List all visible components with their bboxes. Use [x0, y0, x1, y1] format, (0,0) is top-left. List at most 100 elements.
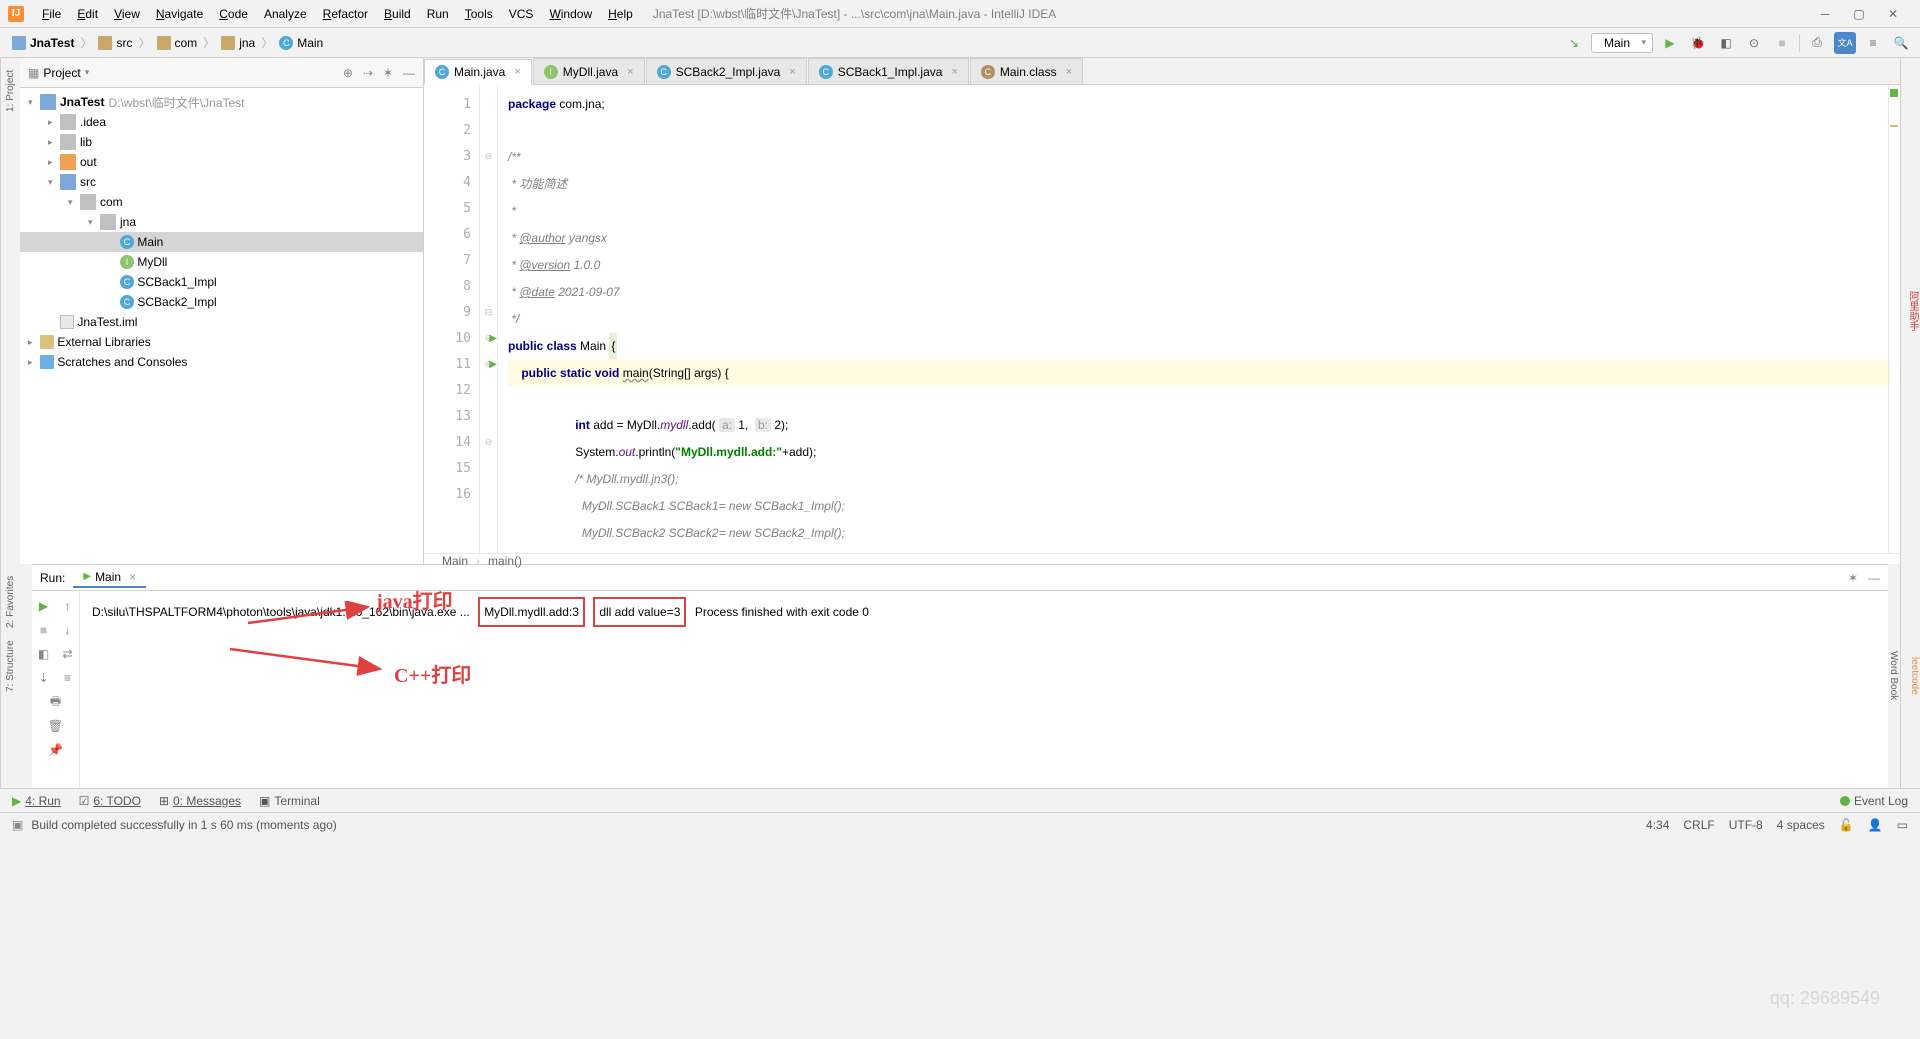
down-icon[interactable]: ↓	[59, 621, 77, 639]
wrap-icon[interactable]: ⇄	[59, 645, 77, 663]
tree-iml[interactable]: JnaTest.iml	[20, 312, 423, 332]
up-icon[interactable]: ↑	[59, 597, 77, 615]
run-settings-icon[interactable]: ✶	[1848, 571, 1858, 585]
run-button[interactable]: ▶	[1659, 32, 1681, 54]
bottom-messages[interactable]: ⊞ 0: Messages	[159, 794, 241, 808]
menu-build[interactable]: Build	[376, 7, 419, 21]
search-button[interactable]: 🔍	[1890, 32, 1912, 54]
menu-vcs[interactable]: VCS	[501, 7, 542, 21]
tree-out[interactable]: ▸out	[20, 152, 423, 172]
menu-edit[interactable]: Edit	[69, 7, 106, 21]
translate-button[interactable]: 文A	[1834, 32, 1856, 54]
run-console[interactable]: D:\silu\THSPALTFORM4\photon\tools\java\j…	[80, 591, 1888, 788]
tree-jna[interactable]: ▾jna	[20, 212, 423, 232]
run-config-select[interactable]: Main	[1591, 33, 1653, 53]
build-icon[interactable]: ↘	[1563, 32, 1585, 54]
status-position[interactable]: 4:34	[1646, 818, 1669, 832]
tree-src[interactable]: ▾src	[20, 172, 423, 192]
filter-icon[interactable]: ≡	[59, 669, 77, 687]
close-icon[interactable]: ×	[1066, 66, 1072, 78]
run-gutter-icon[interactable]: ▶	[489, 359, 497, 370]
scroll-icon[interactable]: ⇣	[35, 669, 53, 687]
code-editor[interactable]: package com.jna; /** * 功能简述 * * @author …	[498, 85, 1900, 553]
bottom-eventlog[interactable]: Event Log	[1840, 794, 1908, 808]
close-icon[interactable]: ×	[627, 66, 633, 78]
rerun-icon[interactable]: ▶	[35, 597, 53, 615]
error-stripe[interactable]	[1888, 85, 1900, 553]
crumb-jna[interactable]: jna	[217, 36, 259, 50]
status-indent[interactable]: 4 spaces	[1777, 818, 1825, 832]
right-tool-wordbook[interactable]: Word Book	[1888, 647, 1899, 704]
layout-icon[interactable]: ◧	[35, 645, 53, 663]
tree-root[interactable]: ▾JnaTestD:\wbst\临时文件\JnaTest	[20, 92, 423, 112]
stop-icon[interactable]: ■	[35, 621, 53, 639]
menu-navigate[interactable]: Navigate	[148, 7, 211, 21]
menu-file[interactable]: FFileile	[34, 7, 69, 21]
right-tool-ali[interactable]: 阿里助手	[1905, 287, 1920, 335]
menu-view[interactable]: View	[106, 7, 148, 21]
status-mem-icon[interactable]: ▭	[1897, 818, 1908, 832]
tree-ext-libs[interactable]: ▸ External Libraries	[20, 332, 423, 352]
close-icon[interactable]: ×	[789, 66, 795, 78]
menu-window[interactable]: Window	[541, 7, 600, 21]
menu-code[interactable]: Code	[211, 7, 256, 21]
run-gutter-icon[interactable]: ▶	[489, 333, 497, 344]
collapse-icon[interactable]: ⇢	[363, 66, 373, 80]
project-panel-title[interactable]: Project ▾	[43, 66, 89, 80]
tree-mydll[interactable]: I MyDll	[20, 252, 423, 272]
tab-mydll[interactable]: IMyDll.java×	[533, 58, 645, 84]
left-tool-structure[interactable]: 7: Structure	[5, 636, 16, 696]
tree-com[interactable]: ▾com	[20, 192, 423, 212]
print-icon[interactable]: 🖶	[47, 693, 65, 711]
tree-lib[interactable]: ▸lib	[20, 132, 423, 152]
menu-run[interactable]: Run	[419, 7, 457, 21]
tree-scback2[interactable]: C SCBack2_Impl	[20, 292, 423, 312]
crumb-class[interactable]: Main	[442, 554, 468, 568]
crumb-main[interactable]: CMain	[275, 36, 327, 50]
crumb-com[interactable]: com	[153, 36, 202, 50]
settings-icon[interactable]: ✶	[383, 66, 393, 80]
crumb-project[interactable]: JnaTest	[8, 36, 78, 50]
structure-button[interactable]: ≡	[1862, 32, 1884, 54]
status-encoding[interactable]: UTF-8	[1729, 818, 1763, 832]
stop-button[interactable]: ■	[1771, 32, 1793, 54]
tree-idea[interactable]: ▸.idea	[20, 112, 423, 132]
menu-analyze[interactable]: Analyze	[256, 7, 315, 21]
tab-scback1[interactable]: CSCBack1_Impl.java×	[808, 58, 969, 84]
crumb-src[interactable]: src	[94, 36, 136, 50]
run-hide-icon[interactable]: —	[1868, 571, 1880, 585]
tab-scback2[interactable]: CSCBack2_Impl.java×	[646, 58, 807, 84]
tree-main-class[interactable]: C Main	[20, 232, 423, 252]
crumb-method[interactable]: main()	[488, 554, 522, 568]
tab-main-java[interactable]: CMain.java×	[424, 59, 532, 85]
git-button[interactable]: ⎙	[1806, 32, 1828, 54]
window-icon[interactable]: ▣	[12, 818, 23, 832]
maximize-button[interactable]: ▢	[1852, 7, 1866, 21]
menu-help[interactable]: Help	[600, 7, 641, 21]
locate-icon[interactable]: ⊕	[343, 66, 353, 80]
coverage-button[interactable]: ◧	[1715, 32, 1737, 54]
bottom-run[interactable]: ▶4: Run	[12, 794, 61, 808]
profile-button[interactable]: ⊙	[1743, 32, 1765, 54]
right-tool-leet[interactable]: leetcode	[1909, 653, 1920, 699]
left-tool-project[interactable]: 1: Project	[5, 66, 16, 116]
tree-scratches[interactable]: ▸ Scratches and Consoles	[20, 352, 423, 372]
bottom-terminal[interactable]: ▣ Terminal	[259, 794, 320, 808]
menu-tools[interactable]: Tools	[457, 7, 501, 21]
editor-body[interactable]: 1234 5678 910▶ 11▶ 1213141516 ⊖ ⊟⊖⊖ ⊖ pa…	[424, 85, 1900, 553]
tab-main-class[interactable]: CMain.class×	[970, 58, 1083, 84]
tree-scback1[interactable]: C SCBack1_Impl	[20, 272, 423, 292]
status-hector-icon[interactable]: 👤	[1868, 818, 1883, 832]
menu-refactor[interactable]: Refactor	[315, 7, 376, 21]
minimize-button[interactable]: ─	[1818, 7, 1832, 21]
bottom-todo[interactable]: ☑ 6: TODO	[79, 794, 141, 808]
close-icon[interactable]: ×	[514, 66, 520, 78]
run-tab-main[interactable]: ▶Main×	[73, 568, 146, 588]
pin-icon[interactable]: 📌	[47, 741, 65, 759]
trash-icon[interactable]: 🗑	[47, 717, 65, 735]
left-tool-favorites[interactable]: 2: Favorites	[5, 572, 16, 632]
close-icon[interactable]: ×	[951, 66, 957, 78]
status-line-sep[interactable]: CRLF	[1683, 818, 1714, 832]
close-button[interactable]: ✕	[1886, 7, 1900, 21]
status-lock-icon[interactable]: 🔓	[1839, 818, 1854, 832]
